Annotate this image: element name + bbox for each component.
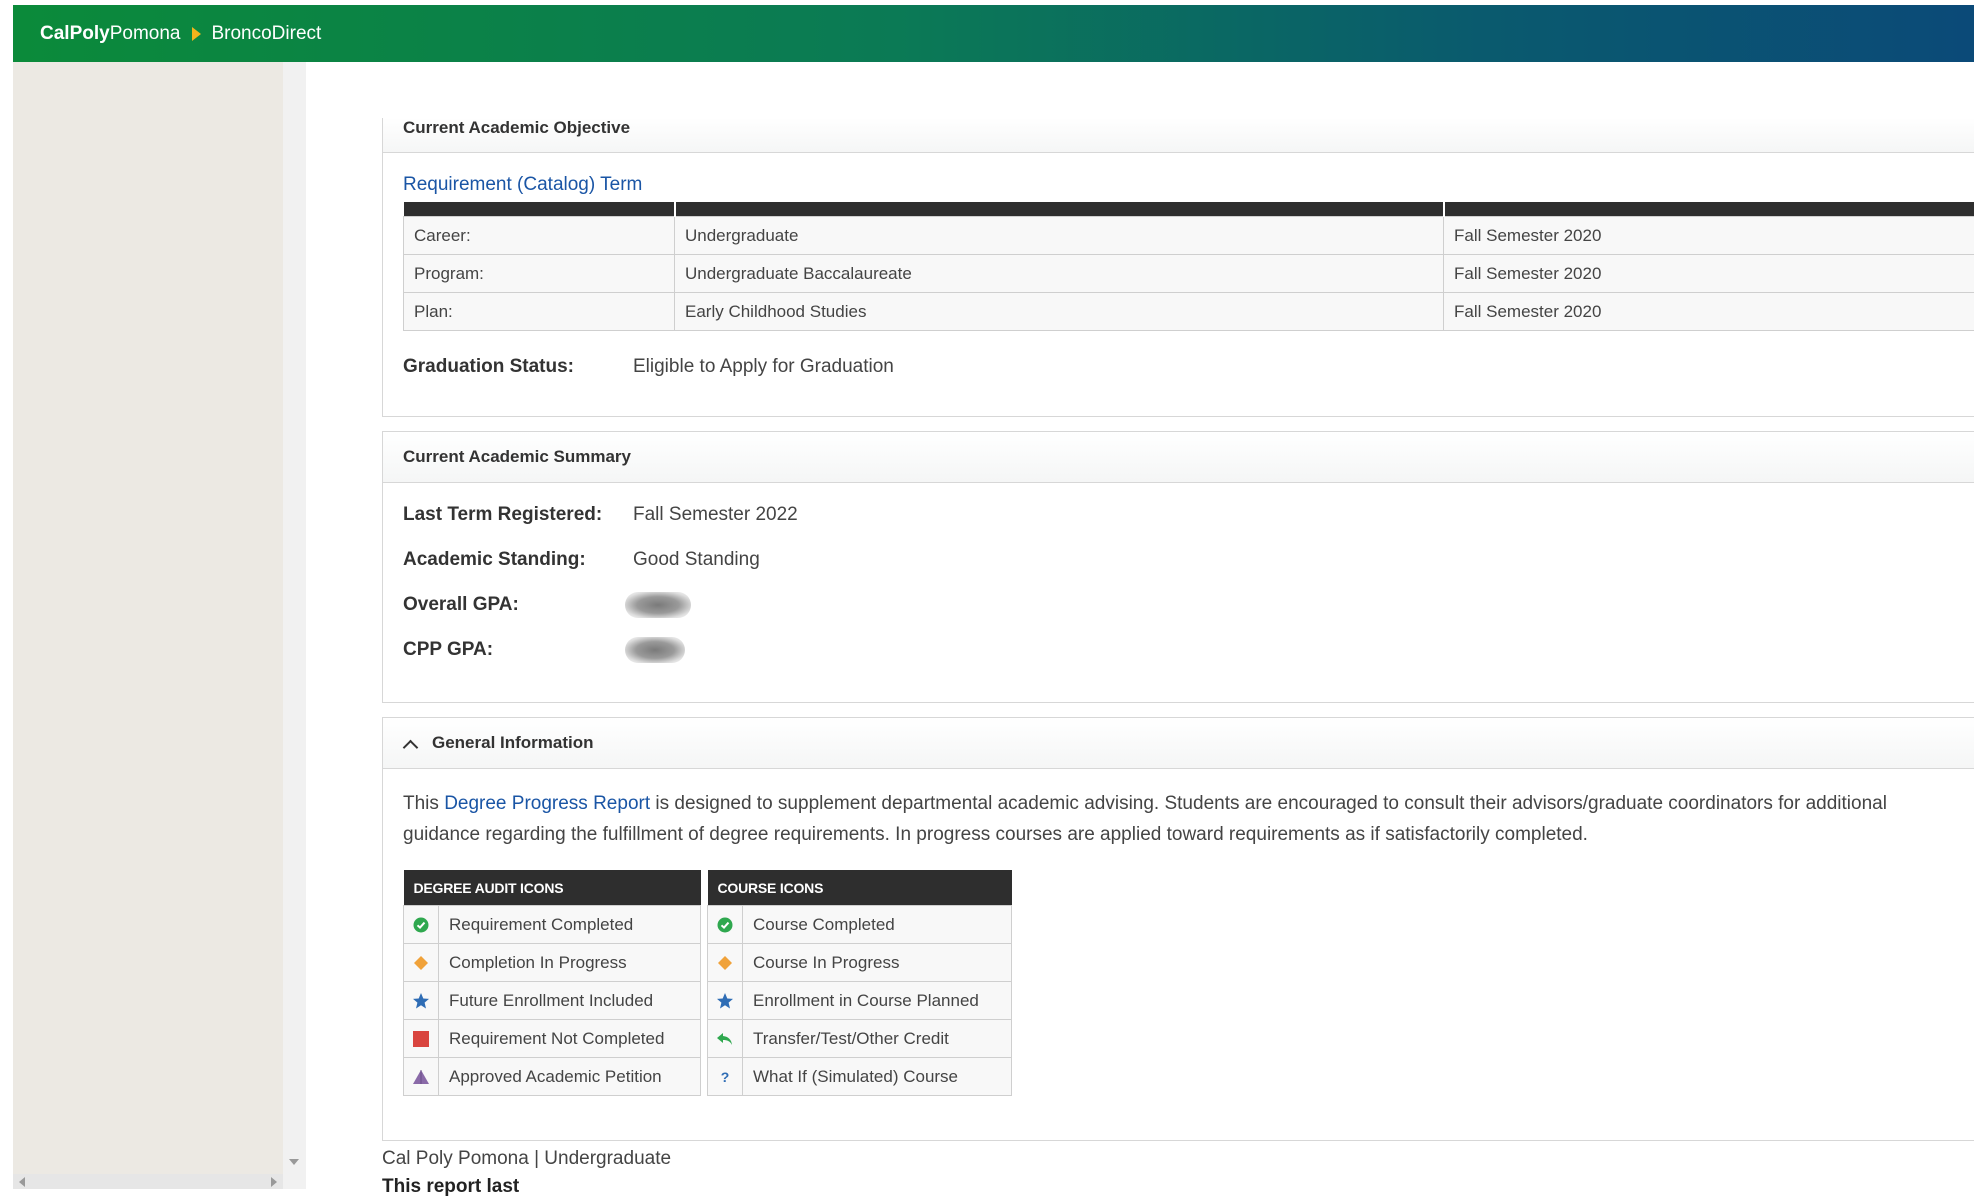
redacted-value xyxy=(625,592,691,618)
top-banner: CalPolyPomona BroncoDirect xyxy=(13,5,1974,62)
row-term: Fall Semester 2020 xyxy=(1444,255,1974,293)
course-icons-table: COURSE ICONS Course Completed Course In … xyxy=(707,870,1012,1096)
star-icon xyxy=(708,982,743,1020)
academic-standing-value: Good Standing xyxy=(633,549,760,571)
graduation-status: Graduation Status: Eligible to Apply for… xyxy=(403,356,894,378)
catalog-term-table: Career: Undergraduate Fall Semester 2020… xyxy=(403,202,1974,331)
legend-label: Completion In Progress xyxy=(439,944,701,982)
reply-arrow-icon xyxy=(708,1020,743,1058)
footer-report-timestamp: This report last xyxy=(382,1176,519,1198)
legend-row: Requirement Completed xyxy=(404,906,701,944)
scroll-right-icon[interactable] xyxy=(271,1177,277,1187)
graduation-status-value: Eligible to Apply for Graduation xyxy=(633,356,894,378)
legend-label: Course In Progress xyxy=(743,944,1012,982)
graduation-status-label: Graduation Status: xyxy=(403,356,633,378)
legend-label: Future Enrollment Included xyxy=(439,982,701,1020)
row-term: Fall Semester 2020 xyxy=(1444,217,1974,255)
last-term-value: Fall Semester 2022 xyxy=(633,504,798,526)
legend-label: Requirement Not Completed xyxy=(439,1020,701,1058)
brand-logo-bold[interactable]: CalPoly xyxy=(40,23,110,45)
table-header-row xyxy=(404,202,1974,217)
brand-breadcrumb: CalPolyPomona BroncoDirect xyxy=(40,23,321,45)
diamond-icon xyxy=(404,944,439,982)
check-circle-icon xyxy=(404,906,439,944)
legend-row: Future Enrollment Included xyxy=(404,982,701,1020)
last-term-row: Last Term Registered: Fall Semester 2022 xyxy=(403,504,798,526)
app-name-link[interactable]: BroncoDirect xyxy=(211,23,321,45)
cpp-gpa-row: CPP GPA: xyxy=(403,637,685,663)
table-row: Program: Undergraduate Baccalaureate Fal… xyxy=(404,255,1974,293)
row-term: Fall Semester 2020 xyxy=(1444,293,1974,331)
legend-row: Enrollment in Course Planned xyxy=(708,982,1012,1020)
legend-row: Transfer/Test/Other Credit xyxy=(708,1020,1012,1058)
legend-label: Requirement Completed xyxy=(439,906,701,944)
legend-row: Approved Academic Petition xyxy=(404,1058,701,1096)
diamond-icon xyxy=(708,944,743,982)
row-label: Program: xyxy=(404,255,675,293)
sidebar xyxy=(13,62,283,1174)
row-label: Plan: xyxy=(404,293,675,331)
legend-label: Transfer/Test/Other Credit xyxy=(743,1020,1012,1058)
scroll-down-icon[interactable] xyxy=(289,1159,299,1165)
last-term-label: Last Term Registered: xyxy=(403,504,633,526)
legend-header: COURSE ICONS xyxy=(708,870,1012,906)
legend-row: Requirement Not Completed xyxy=(404,1020,701,1058)
table-header-cell xyxy=(404,202,675,217)
general-information-text: This Degree Progress Report is designed … xyxy=(403,788,1963,850)
triangle-icon xyxy=(404,1058,439,1096)
legend-label: Approved Academic Petition xyxy=(439,1058,701,1096)
table-row: Plan: Early Childhood Studies Fall Semes… xyxy=(404,293,1974,331)
academic-standing-row: Academic Standing: Good Standing xyxy=(403,549,760,571)
catalog-term-heading: Requirement (Catalog) Term xyxy=(403,174,642,196)
general-information-header[interactable]: General Information xyxy=(383,718,1974,769)
star-icon xyxy=(404,982,439,1020)
legend-row: Course In Progress xyxy=(708,944,1012,982)
row-value: Undergraduate xyxy=(675,217,1444,255)
legend-row: ? What If (Simulated) Course xyxy=(708,1058,1012,1096)
panel-title: Current Academic Summary xyxy=(383,432,1974,483)
cpp-gpa-label: CPP GPA: xyxy=(403,639,633,661)
scroll-left-icon[interactable] xyxy=(19,1177,25,1187)
chevron-up-icon[interactable] xyxy=(403,739,419,755)
academic-standing-label: Academic Standing: xyxy=(403,549,633,571)
info-text-start: This xyxy=(403,793,444,814)
legend-label: Course Completed xyxy=(743,906,1012,944)
footer-institution: Cal Poly Pomona | Undergraduate xyxy=(382,1148,671,1170)
sidebar-scrollbar[interactable] xyxy=(283,62,306,1189)
row-value: Undergraduate Baccalaureate xyxy=(675,255,1444,293)
horizontal-scrollbar[interactable] xyxy=(13,1174,283,1189)
question-glyph: ? xyxy=(721,1069,730,1085)
degree-progress-report-link[interactable]: Degree Progress Report xyxy=(444,793,650,814)
redacted-value xyxy=(625,637,685,663)
table-row: Career: Undergraduate Fall Semester 2020 xyxy=(404,217,1974,255)
table-header-cell xyxy=(675,202,1444,217)
table-header-cell xyxy=(1444,202,1974,217)
legend-header: DEGREE AUDIT ICONS xyxy=(404,870,701,906)
legend-row: Completion In Progress xyxy=(404,944,701,982)
square-icon xyxy=(404,1020,439,1058)
brand-logo-light[interactable]: Pomona xyxy=(110,23,181,45)
row-label: Career: xyxy=(404,217,675,255)
general-information-panel: General Information This Degree Progress… xyxy=(382,717,1974,1141)
legend-label: What If (Simulated) Course xyxy=(743,1058,1012,1096)
degree-audit-icons-table: DEGREE AUDIT ICONS Requirement Completed… xyxy=(403,870,701,1096)
legend-label: Enrollment in Course Planned xyxy=(743,982,1012,1020)
row-value: Early Childhood Studies xyxy=(675,293,1444,331)
academic-objective-panel: Current Academic Objective Requirement (… xyxy=(382,118,1974,417)
check-circle-icon xyxy=(708,906,743,944)
question-icon: ? xyxy=(708,1058,743,1096)
panel-title: Current Academic Objective xyxy=(383,118,1974,153)
overall-gpa-row: Overall GPA: xyxy=(403,592,691,618)
overall-gpa-label: Overall GPA: xyxy=(403,594,633,616)
legend-row: Course Completed xyxy=(708,906,1012,944)
chevron-right-icon xyxy=(192,27,201,41)
academic-summary-panel: Current Academic Summary Last Term Regis… xyxy=(382,431,1974,703)
panel-title: General Information xyxy=(432,733,594,753)
